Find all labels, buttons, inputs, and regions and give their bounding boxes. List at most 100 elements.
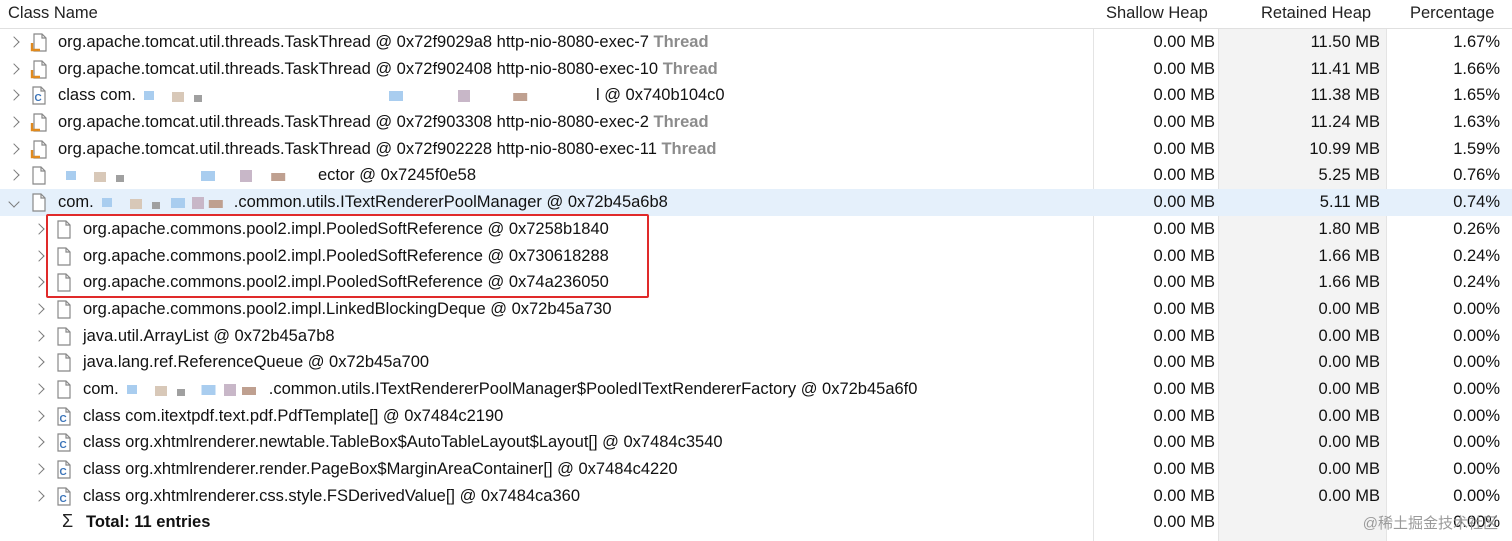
percentage-value: 0.24% bbox=[1453, 246, 1500, 265]
thread-label: Thread bbox=[658, 59, 718, 78]
chevron-right-icon[interactable] bbox=[33, 382, 47, 396]
retained-heap-value: 0.00 MB bbox=[1318, 406, 1380, 425]
class-name-prefix: com. bbox=[58, 193, 94, 212]
object-icon bbox=[30, 193, 48, 212]
column-header-retained-heap[interactable]: Retained Heap bbox=[1261, 4, 1371, 23]
object-icon bbox=[55, 380, 73, 399]
chevron-right-icon[interactable] bbox=[33, 302, 47, 316]
object-icon bbox=[55, 246, 73, 266]
chevron-right-icon[interactable] bbox=[8, 168, 22, 182]
watermark: @稀土掘金技术社区 bbox=[1362, 515, 1498, 532]
chevron-right-icon[interactable] bbox=[33, 222, 47, 236]
table-row[interactable]: org.apache.tomcat.util.threads.TaskThrea… bbox=[0, 29, 1512, 56]
shallow-heap-value: 0.00 MB bbox=[1153, 59, 1215, 78]
percentage-value: 1.66% bbox=[1453, 59, 1500, 78]
chevron-right-icon[interactable] bbox=[33, 249, 47, 263]
table-row[interactable]: ector @ 0x7245f0e58 0.00 MB 5.25 MB 0.76% bbox=[0, 162, 1512, 189]
table-row[interactable]: com. .common.utils.ITextRendererPoolManag… bbox=[0, 376, 1512, 403]
row-class-name: class org.xhtmlrenderer.css.style.FSDeri… bbox=[83, 487, 580, 506]
chevron-right-icon[interactable] bbox=[33, 329, 47, 343]
chevron-right-icon[interactable] bbox=[8, 115, 22, 129]
class-name-text: class org.xhtmlrenderer.newtable.TableBo… bbox=[83, 433, 723, 452]
table-row[interactable]: java.lang.ref.ReferenceQueue @ 0x72b45a7… bbox=[0, 349, 1512, 376]
class-object-icon: C bbox=[55, 460, 73, 479]
redacted-text bbox=[94, 196, 234, 210]
chevron-right-icon[interactable] bbox=[8, 62, 22, 76]
chevron-right-icon[interactable] bbox=[8, 142, 22, 156]
svg-text:C: C bbox=[60, 440, 67, 451]
row-class-name: org.apache.commons.pool2.impl.LinkedBloc… bbox=[83, 300, 612, 319]
class-name-suffix: .common.utils.ITextRendererPoolManager$P… bbox=[268, 379, 918, 398]
chevron-right-icon[interactable] bbox=[33, 409, 47, 423]
svg-text:C: C bbox=[60, 414, 67, 425]
table-row[interactable]: org.apache.commons.pool2.impl.LinkedBloc… bbox=[0, 296, 1512, 323]
table-row[interactable]: org.apache.commons.pool2.impl.PooledSoft… bbox=[0, 216, 1512, 243]
percentage-value: 0.00% bbox=[1453, 460, 1500, 478]
table-row[interactable]: org.apache.commons.pool2.impl.PooledSoft… bbox=[0, 243, 1512, 270]
chevron-right-icon[interactable] bbox=[33, 462, 47, 476]
row-class-name: org.apache.tomcat.util.threads.TaskThrea… bbox=[58, 60, 718, 79]
table-row[interactable]: Cclass org.xhtmlrenderer.css.style.FSDer… bbox=[0, 483, 1512, 510]
table-row[interactable]: java.util.ArrayList @ 0x72b45a7b8 0.00 MB… bbox=[0, 323, 1512, 350]
redacted-text bbox=[136, 89, 596, 103]
thread-object-icon bbox=[30, 60, 48, 79]
shallow-heap-value: 0.00 MB bbox=[1153, 460, 1215, 478]
class-object-icon: C bbox=[55, 487, 73, 506]
svg-text:C: C bbox=[60, 494, 67, 505]
row-class-name: com. .common.utils.ITextRendererPoolManag… bbox=[58, 193, 668, 212]
column-header-shallow-heap[interactable]: Shallow Heap bbox=[1106, 4, 1208, 23]
chevron-right-icon[interactable] bbox=[8, 88, 22, 102]
object-icon bbox=[30, 166, 48, 186]
retained-heap-value: 11.41 MB bbox=[1310, 59, 1380, 78]
class-name-text: class org.xhtmlrenderer.css.style.FSDeri… bbox=[83, 486, 581, 505]
table-body: org.apache.tomcat.util.threads.TaskThrea… bbox=[0, 29, 1512, 536]
redacted-text bbox=[119, 383, 269, 397]
row-class-name: org.apache.tomcat.util.threads.TaskThrea… bbox=[58, 140, 717, 159]
retained-heap-value: 0.00 MB bbox=[1318, 299, 1380, 318]
class-name-suffix: .common.utils.ITextRendererPoolManager @… bbox=[233, 193, 668, 212]
chevron-right-icon[interactable] bbox=[33, 435, 47, 449]
svg-text:C: C bbox=[35, 93, 42, 104]
class-name-text: org.apache.commons.pool2.impl.LinkedBloc… bbox=[83, 299, 612, 318]
table-row[interactable]: Cclass org.xhtmlrenderer.newtable.TableB… bbox=[0, 429, 1512, 456]
shallow-heap-value: 0.00 MB bbox=[1153, 379, 1215, 398]
shallow-heap-value: 0.00 MB bbox=[1153, 113, 1215, 132]
shallow-heap-value: 0.00 MB bbox=[1153, 246, 1215, 265]
retained-heap-value: 0.00 MB bbox=[1318, 433, 1380, 452]
sigma-icon: Σ bbox=[62, 511, 74, 532]
percentage-value: 0.00% bbox=[1453, 299, 1500, 318]
table-row[interactable]: Cclass com. l @ 0x740b104c0 0.00 MB 11.38 M… bbox=[0, 82, 1512, 109]
percentage-value: 0.74% bbox=[1453, 193, 1500, 212]
percentage-value: 0.00% bbox=[1453, 486, 1500, 505]
shallow-heap-value: 0.00 MB bbox=[1153, 166, 1215, 185]
thread-object-icon bbox=[30, 33, 48, 52]
svg-text:C: C bbox=[60, 467, 67, 478]
table-row[interactable]: Cclass com.itextpdf.text.pdf.PdfTemplate… bbox=[0, 403, 1512, 430]
chevron-right-icon[interactable] bbox=[33, 489, 47, 503]
class-object-icon: C bbox=[30, 86, 48, 105]
table-row[interactable]: org.apache.tomcat.util.threads.TaskThrea… bbox=[0, 109, 1512, 136]
percentage-value: 0.00% bbox=[1453, 326, 1500, 345]
chevron-right-icon[interactable] bbox=[33, 275, 47, 289]
table-row[interactable]: Cclass org.xhtmlrenderer.render.PageBox$… bbox=[0, 456, 1512, 483]
table-row[interactable]: org.apache.commons.pool2.impl.PooledSoft… bbox=[0, 269, 1512, 296]
class-name-text: org.apache.tomcat.util.threads.TaskThrea… bbox=[58, 59, 659, 78]
table-row[interactable]: org.apache.tomcat.util.threads.TaskThrea… bbox=[0, 56, 1512, 83]
class-name-text: org.apache.tomcat.util.threads.TaskThrea… bbox=[58, 139, 657, 158]
table-row[interactable]: com. .common.utils.ITextRendererPoolManag… bbox=[0, 189, 1512, 216]
column-header-percentage[interactable]: Percentage bbox=[1410, 4, 1494, 23]
shallow-heap-value: 0.00 MB bbox=[1153, 326, 1215, 345]
chevron-down-icon[interactable] bbox=[8, 195, 22, 209]
class-name-text: java.lang.ref.ReferenceQueue @ 0x72b45a7… bbox=[83, 353, 430, 372]
row-class-name: org.apache.commons.pool2.impl.PooledSoft… bbox=[83, 247, 609, 266]
object-icon bbox=[55, 300, 73, 319]
retained-heap-value: 5.25 MB bbox=[1318, 166, 1380, 185]
shallow-heap-value: 0.00 MB bbox=[1153, 139, 1215, 158]
chevron-right-icon[interactable] bbox=[8, 35, 22, 49]
class-name-prefix: class com. bbox=[58, 86, 136, 105]
column-header-class-name[interactable]: Class Name bbox=[8, 4, 98, 23]
shallow-heap-value: 0.00 MB bbox=[1153, 86, 1215, 105]
partial-row-icon bbox=[30, 535, 44, 541]
table-row[interactable]: org.apache.tomcat.util.threads.TaskThrea… bbox=[0, 136, 1512, 163]
chevron-right-icon[interactable] bbox=[33, 355, 47, 369]
